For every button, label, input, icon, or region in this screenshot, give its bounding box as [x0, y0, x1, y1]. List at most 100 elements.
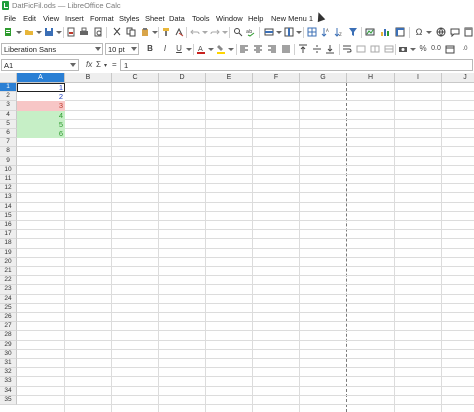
cell-a6[interactable]: 6 — [17, 129, 65, 139]
currency-dropdown-icon[interactable] — [408, 44, 418, 54]
undo-icon[interactable] — [190, 27, 200, 37]
cell-a5[interactable]: 5 — [17, 119, 65, 129]
row-header-20[interactable]: 20 — [0, 257, 17, 267]
insert-image-icon[interactable] — [365, 27, 375, 37]
menu-window[interactable]: Window — [216, 14, 243, 23]
chevron-down-icon[interactable] — [95, 47, 101, 51]
sum-icon[interactable]: Σ — [96, 60, 101, 69]
undo-dropdown-icon[interactable] — [200, 27, 210, 37]
column-header-f[interactable]: F — [253, 73, 300, 83]
menu-format[interactable]: Format — [90, 14, 114, 23]
chevron-down-icon[interactable] — [70, 63, 76, 67]
spreadsheet-grid[interactable]: ABCDEFGHIJ 1 2 3 4 5 6 7 8 9 10 11 12 13 14 15 16 17 18 19… — [0, 73, 474, 412]
row-header-21[interactable]: 21 — [0, 267, 17, 277]
row-header-15[interactable]: 15 — [0, 211, 17, 221]
open-dropdown-icon[interactable] — [34, 27, 44, 37]
row-header-10[interactable]: 10 — [0, 165, 17, 175]
column-header-g[interactable]: G — [300, 73, 347, 83]
row-header-33[interactable]: 33 — [0, 377, 17, 387]
merge-center-icon[interactable] — [356, 44, 366, 54]
row-header-5[interactable]: 5 — [0, 119, 17, 129]
column-icon[interactable] — [284, 27, 294, 37]
align-bottom-icon[interactable] — [325, 44, 335, 54]
new-document-icon[interactable] — [3, 27, 13, 37]
currency-format-icon[interactable] — [398, 44, 408, 54]
column-header-e[interactable]: E — [206, 73, 253, 83]
special-character-icon[interactable]: Ω — [414, 27, 424, 37]
menu-file[interactable]: File — [4, 14, 16, 23]
save-icon[interactable] — [44, 27, 54, 37]
merge-cells-icon[interactable] — [370, 44, 380, 54]
cell-a3[interactable]: 3 — [17, 101, 65, 111]
cell-a1[interactable]: 1 — [17, 83, 65, 93]
column-header-d[interactable]: D — [159, 73, 206, 83]
menu-help[interactable]: Help — [248, 14, 263, 23]
pivot-table-icon[interactable] — [395, 27, 405, 37]
menu-tools[interactable]: Tools — [192, 14, 210, 23]
row-header-1[interactable]: 1 — [0, 83, 17, 93]
row-header-9[interactable]: 9 — [0, 156, 17, 166]
toggle-grid-icon[interactable] — [307, 27, 317, 37]
underline-icon[interactable]: U — [174, 44, 184, 54]
cut-icon[interactable] — [112, 27, 122, 37]
align-top-icon[interactable] — [298, 44, 308, 54]
paste-icon[interactable] — [140, 27, 150, 37]
clear-formatting-icon[interactable] — [174, 27, 184, 37]
font-size-combobox[interactable]: 10 pt — [105, 43, 139, 55]
row-dropdown-icon[interactable] — [274, 27, 284, 37]
align-right-icon[interactable] — [267, 44, 277, 54]
number-format-icon[interactable]: 0.0 — [431, 44, 441, 54]
row-header-26[interactable]: 26 — [0, 313, 17, 323]
row-header-31[interactable]: 31 — [0, 359, 17, 369]
unmerge-cells-icon[interactable] — [384, 44, 394, 54]
special-character-dropdown-icon[interactable] — [424, 27, 434, 37]
row-header-23[interactable]: 23 — [0, 285, 17, 295]
menu-view[interactable]: View — [43, 14, 59, 23]
function-wizard-icon[interactable]: fx — [86, 60, 92, 69]
row-header-25[interactable]: 25 — [0, 303, 17, 313]
row-header-29[interactable]: 29 — [0, 340, 17, 350]
chevron-down-icon[interactable] — [131, 47, 137, 51]
print-preview-icon[interactable] — [93, 27, 103, 37]
font-color-icon[interactable]: A — [196, 44, 206, 54]
menu-edit[interactable]: Edit — [23, 14, 36, 23]
row-header-13[interactable]: 13 — [0, 193, 17, 203]
find-replace-icon[interactable] — [233, 27, 243, 37]
spelling-icon[interactable]: ab — [246, 27, 256, 37]
formula-icon[interactable]: = — [112, 60, 117, 69]
column-header-j[interactable]: J — [442, 73, 474, 83]
column-header-c[interactable]: C — [112, 73, 159, 83]
align-left-icon[interactable] — [239, 44, 249, 54]
row-header-6[interactable]: 6 — [0, 129, 17, 139]
print-icon[interactable] — [79, 27, 89, 37]
menu-sheet[interactable]: Sheet — [145, 14, 165, 23]
highlight-color-icon[interactable] — [216, 44, 226, 54]
row-header-2[interactable]: 2 — [0, 92, 17, 102]
menu-data[interactable]: Data — [169, 14, 185, 23]
row-header-14[interactable]: 14 — [0, 202, 17, 212]
row-header-3[interactable]: 3 — [0, 101, 17, 111]
hyperlink-icon[interactable] — [436, 27, 446, 37]
column-header-h[interactable]: H — [347, 73, 395, 83]
name-box[interactable]: A1 — [1, 59, 79, 71]
wrap-text-icon[interactable] — [342, 44, 352, 54]
menu-new-menu-1[interactable]: New Menu 1 — [271, 14, 313, 23]
row-icon[interactable] — [264, 27, 274, 37]
row-header-4[interactable]: 4 — [0, 110, 17, 120]
new-dropdown-icon[interactable] — [14, 27, 24, 37]
font-color-dropdown-icon[interactable] — [206, 44, 216, 54]
row-header-35[interactable]: 35 — [0, 395, 17, 405]
row-header-22[interactable]: 22 — [0, 276, 17, 286]
row-header-17[interactable]: 17 — [0, 230, 17, 240]
add-decimal-icon[interactable]: .0 — [460, 44, 470, 54]
row-header-16[interactable]: 16 — [0, 221, 17, 231]
menu-insert[interactable]: Insert — [65, 14, 84, 23]
cell-area[interactable]: 123456 — [17, 83, 474, 412]
highlight-dropdown-icon[interactable] — [226, 44, 236, 54]
row-header-30[interactable]: 30 — [0, 349, 17, 359]
italic-icon[interactable]: I — [160, 44, 170, 54]
redo-icon[interactable] — [210, 27, 220, 37]
sort-descending-icon[interactable]: Z — [334, 27, 344, 37]
export-pdf-icon[interactable] — [66, 27, 76, 37]
row-header-24[interactable]: 24 — [0, 294, 17, 304]
